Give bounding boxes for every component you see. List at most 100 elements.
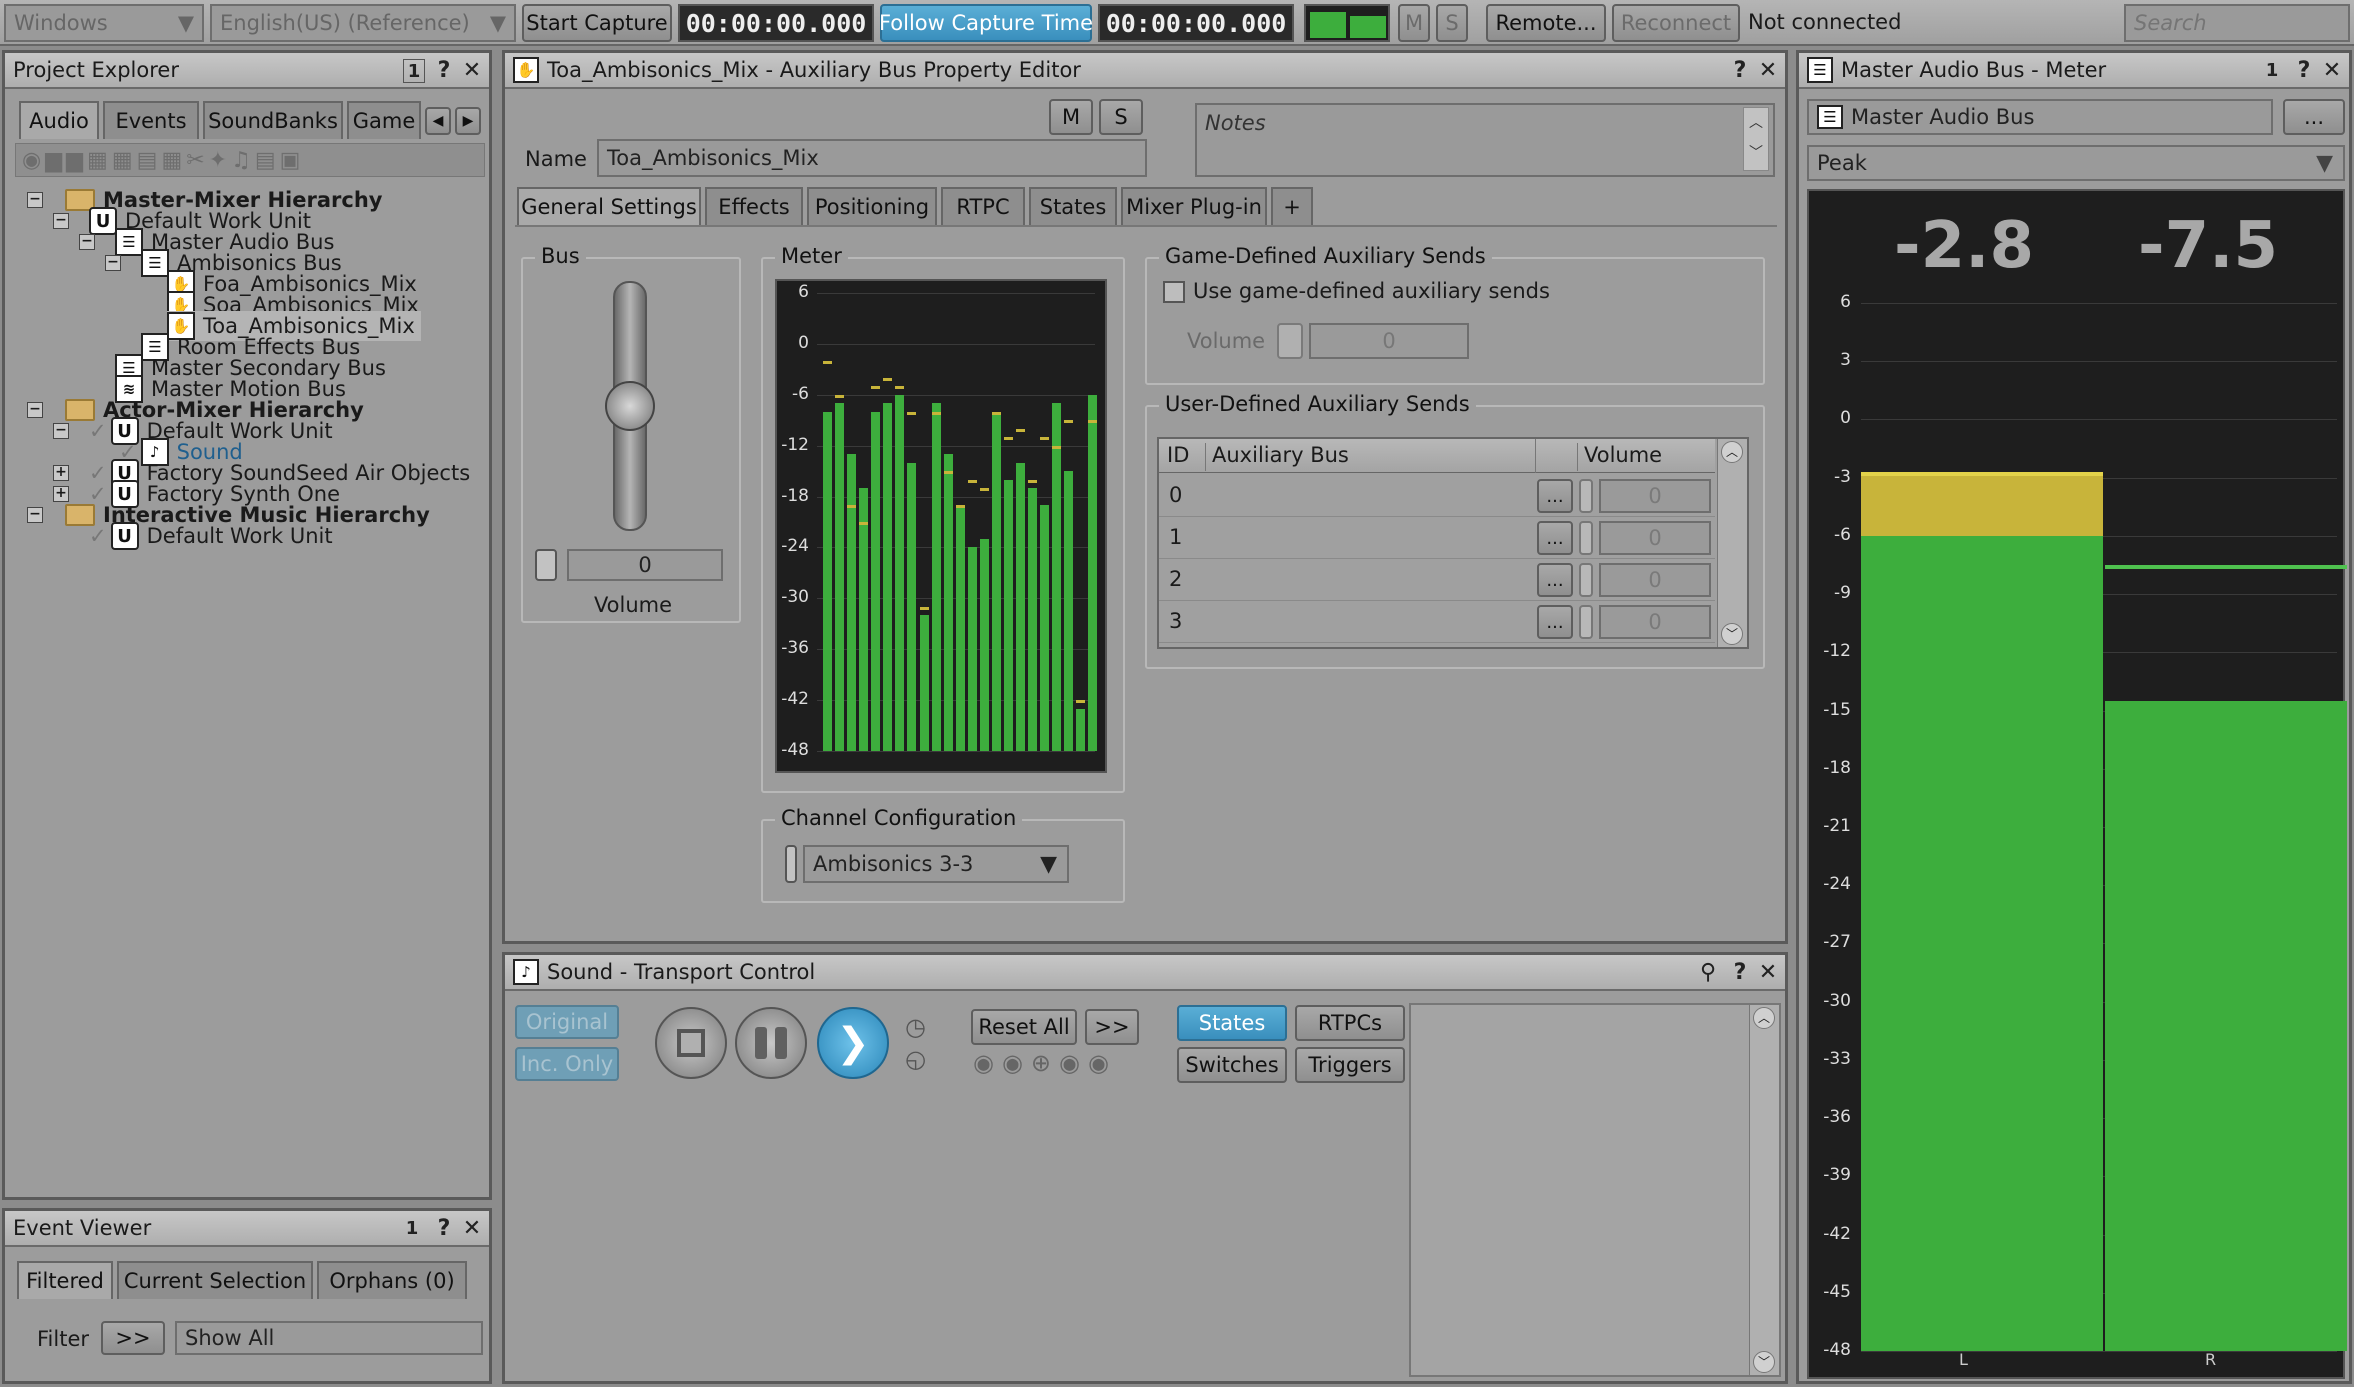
row-aux-bus[interactable]: [1211, 483, 1531, 509]
channel-link-icon[interactable]: [785, 845, 797, 883]
scroll-up-icon[interactable]: ︿: [1721, 441, 1743, 463]
volume-link-icon[interactable]: [1579, 479, 1593, 513]
random-container-tool-icon[interactable]: ▦: [87, 148, 108, 173]
work-unit-tool-icon[interactable]: ◉: [22, 148, 41, 173]
tab-events[interactable]: Events: [103, 101, 199, 139]
browse-button[interactable]: ...: [1537, 479, 1573, 513]
panel-badge[interactable]: 1: [2259, 57, 2285, 83]
close-icon[interactable]: ✕: [2319, 57, 2345, 83]
original-button[interactable]: Original: [515, 1005, 619, 1039]
channel-config-select[interactable]: Ambisonics 3-3 ▼: [803, 845, 1069, 883]
row-volume-input[interactable]: 0: [1599, 605, 1711, 639]
inc-only-button[interactable]: Inc. Only: [515, 1047, 619, 1081]
start-capture-button[interactable]: Start Capture: [522, 4, 672, 42]
help-icon[interactable]: ?: [431, 57, 457, 83]
position-mini-icon[interactable]: ⊕: [1031, 1049, 1051, 1077]
tab-states[interactable]: States: [1029, 187, 1117, 225]
game-volume-link-icon[interactable]: [1277, 323, 1303, 359]
follow-capture-time-button[interactable]: Follow Capture Time: [879, 4, 1093, 42]
tab-current-selection[interactable]: Current Selection: [117, 1261, 313, 1299]
pause-button[interactable]: [735, 1007, 807, 1079]
tab-soundbanks[interactable]: SoundBanks: [203, 101, 343, 139]
collapse-toggle[interactable]: −: [27, 402, 43, 418]
solo-button[interactable]: S: [1436, 4, 1468, 42]
states-button[interactable]: States: [1177, 1005, 1287, 1041]
scroll-down-icon[interactable]: ﹀: [1753, 1351, 1775, 1373]
loop-mini-icon[interactable]: ◉: [1059, 1049, 1080, 1077]
tab-scroll-right-button[interactable]: ▶: [455, 107, 481, 135]
column-header-volume[interactable]: Volume: [1577, 443, 1662, 471]
help-icon[interactable]: ?: [431, 1215, 457, 1241]
aux-bus-tool-icon[interactable]: ▣: [280, 148, 301, 173]
volume-link-icon[interactable]: [1579, 521, 1593, 555]
browse-button[interactable]: ...: [1537, 563, 1573, 597]
browse-button[interactable]: ...: [1537, 605, 1573, 639]
sequence-container-tool-icon[interactable]: ▦: [112, 148, 133, 173]
tab-rtpc[interactable]: RTPC: [941, 187, 1025, 225]
table-row[interactable]: 3 ... 0: [1159, 601, 1715, 643]
tab-filtered[interactable]: Filtered: [17, 1261, 113, 1299]
clock-icon[interactable]: ◷: [905, 1013, 926, 1041]
scroll-up-icon[interactable]: ︿ ﹀: [1743, 107, 1769, 171]
reset-all-button[interactable]: Reset All: [971, 1009, 1077, 1045]
tab-mixer-plugin[interactable]: Mixer Plug-in: [1121, 187, 1267, 225]
collapse-toggle[interactable]: −: [27, 192, 43, 208]
tab-effects[interactable]: Effects: [705, 187, 803, 225]
close-icon[interactable]: ✕: [459, 1215, 485, 1241]
row-aux-bus[interactable]: [1211, 609, 1531, 635]
tab-game[interactable]: Game: [347, 101, 421, 139]
checkmark-icon[interactable]: ✓: [89, 524, 107, 548]
solo-button[interactable]: S: [1099, 99, 1143, 135]
transport-scrollbar[interactable]: ︿ ﹀: [1749, 1005, 1779, 1375]
panel-badge[interactable]: 1: [399, 1215, 425, 1241]
name-input[interactable]: Toa_Ambisonics_Mix: [597, 139, 1147, 177]
triggers-button[interactable]: Triggers: [1295, 1047, 1405, 1083]
checkmark-icon[interactable]: ✓: [89, 419, 107, 443]
signal-mini-icon[interactable]: ◉: [1088, 1049, 1109, 1077]
sound-tool-icon[interactable]: ✦: [209, 148, 227, 173]
tab-add[interactable]: +: [1271, 187, 1313, 225]
mute-button[interactable]: M: [1049, 99, 1093, 135]
mute-button[interactable]: M: [1398, 4, 1430, 42]
scroll-up-icon[interactable]: ︿: [1753, 1007, 1775, 1029]
game-sends-checkbox[interactable]: [1163, 281, 1185, 303]
sends-scrollbar[interactable]: ︿ ﹀: [1717, 439, 1747, 647]
volume-link-icon[interactable]: [1579, 563, 1593, 597]
expand-toggle[interactable]: +: [53, 465, 69, 481]
bars-mini-icon[interactable]: ◉: [1002, 1049, 1023, 1077]
notes-input[interactable]: Notes ︿ ﹀: [1195, 103, 1775, 177]
reverse-icon[interactable]: ◵: [905, 1045, 926, 1073]
tree-item[interactable]: ✓ U Default Work Unit: [89, 521, 333, 551]
blend-container-tool-icon[interactable]: ▦: [161, 148, 182, 173]
rtpcs-button[interactable]: RTPCs: [1295, 1005, 1405, 1041]
volume-link-icon[interactable]: [1579, 605, 1593, 639]
stop-button[interactable]: [655, 1007, 727, 1079]
table-row[interactable]: 1 ... 0: [1159, 517, 1715, 559]
virtual-folder-tool-icon[interactable]: ▆: [66, 148, 83, 173]
cut-tool-icon[interactable]: ✂: [186, 148, 204, 173]
table-row[interactable]: 0 ... 0: [1159, 475, 1715, 517]
tab-scroll-left-button[interactable]: ◀: [425, 107, 451, 135]
switch-container-tool-icon[interactable]: ▤: [137, 148, 158, 173]
volume-input[interactable]: 0: [567, 549, 723, 581]
tab-audio[interactable]: Audio: [19, 101, 99, 139]
close-icon[interactable]: ✕: [1755, 57, 1781, 83]
folder-tool-icon[interactable]: ▆: [45, 148, 62, 173]
row-aux-bus[interactable]: [1211, 567, 1531, 593]
game-volume-input[interactable]: 0: [1309, 323, 1469, 359]
browse-button[interactable]: ...: [1537, 521, 1573, 555]
language-select[interactable]: English(US) (Reference) ▼: [210, 4, 516, 42]
bus-tool-icon[interactable]: ▤: [255, 148, 276, 173]
tab-positioning[interactable]: Positioning: [807, 187, 937, 225]
mute-mini-icon[interactable]: ◉: [973, 1049, 994, 1077]
layout-select[interactable]: Windows ▼: [4, 4, 204, 42]
table-row[interactable]: 2 ... 0: [1159, 559, 1715, 601]
row-volume-input[interactable]: 0: [1599, 521, 1711, 555]
close-icon[interactable]: ✕: [1755, 959, 1781, 985]
volume-slider-thumb[interactable]: [605, 381, 655, 431]
collapse-toggle[interactable]: −: [79, 234, 95, 250]
close-icon[interactable]: ✕: [459, 57, 485, 83]
collapse-toggle[interactable]: −: [27, 507, 43, 523]
help-icon[interactable]: ?: [1727, 57, 1753, 83]
row-volume-input[interactable]: 0: [1599, 563, 1711, 597]
